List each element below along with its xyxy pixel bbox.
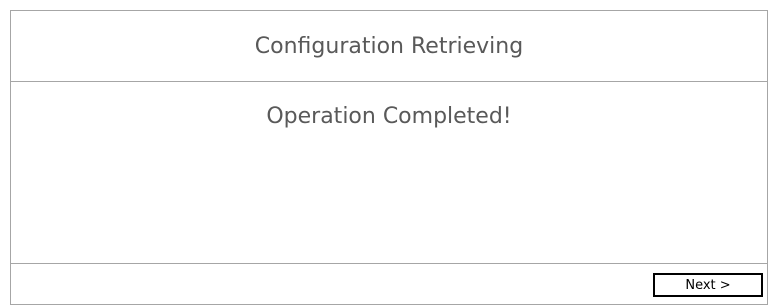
status-message: Operation Completed! xyxy=(266,104,512,129)
dialog-title: Configuration Retrieving xyxy=(254,33,524,59)
dialog-footer: Next > xyxy=(11,263,767,306)
dialog-content: Operation Completed! xyxy=(11,82,767,263)
dialog-title-bar: Configuration Retrieving xyxy=(11,11,767,82)
next-button[interactable]: Next > xyxy=(653,273,763,297)
configuration-dialog: Configuration Retrieving Operation Compl… xyxy=(10,10,768,305)
